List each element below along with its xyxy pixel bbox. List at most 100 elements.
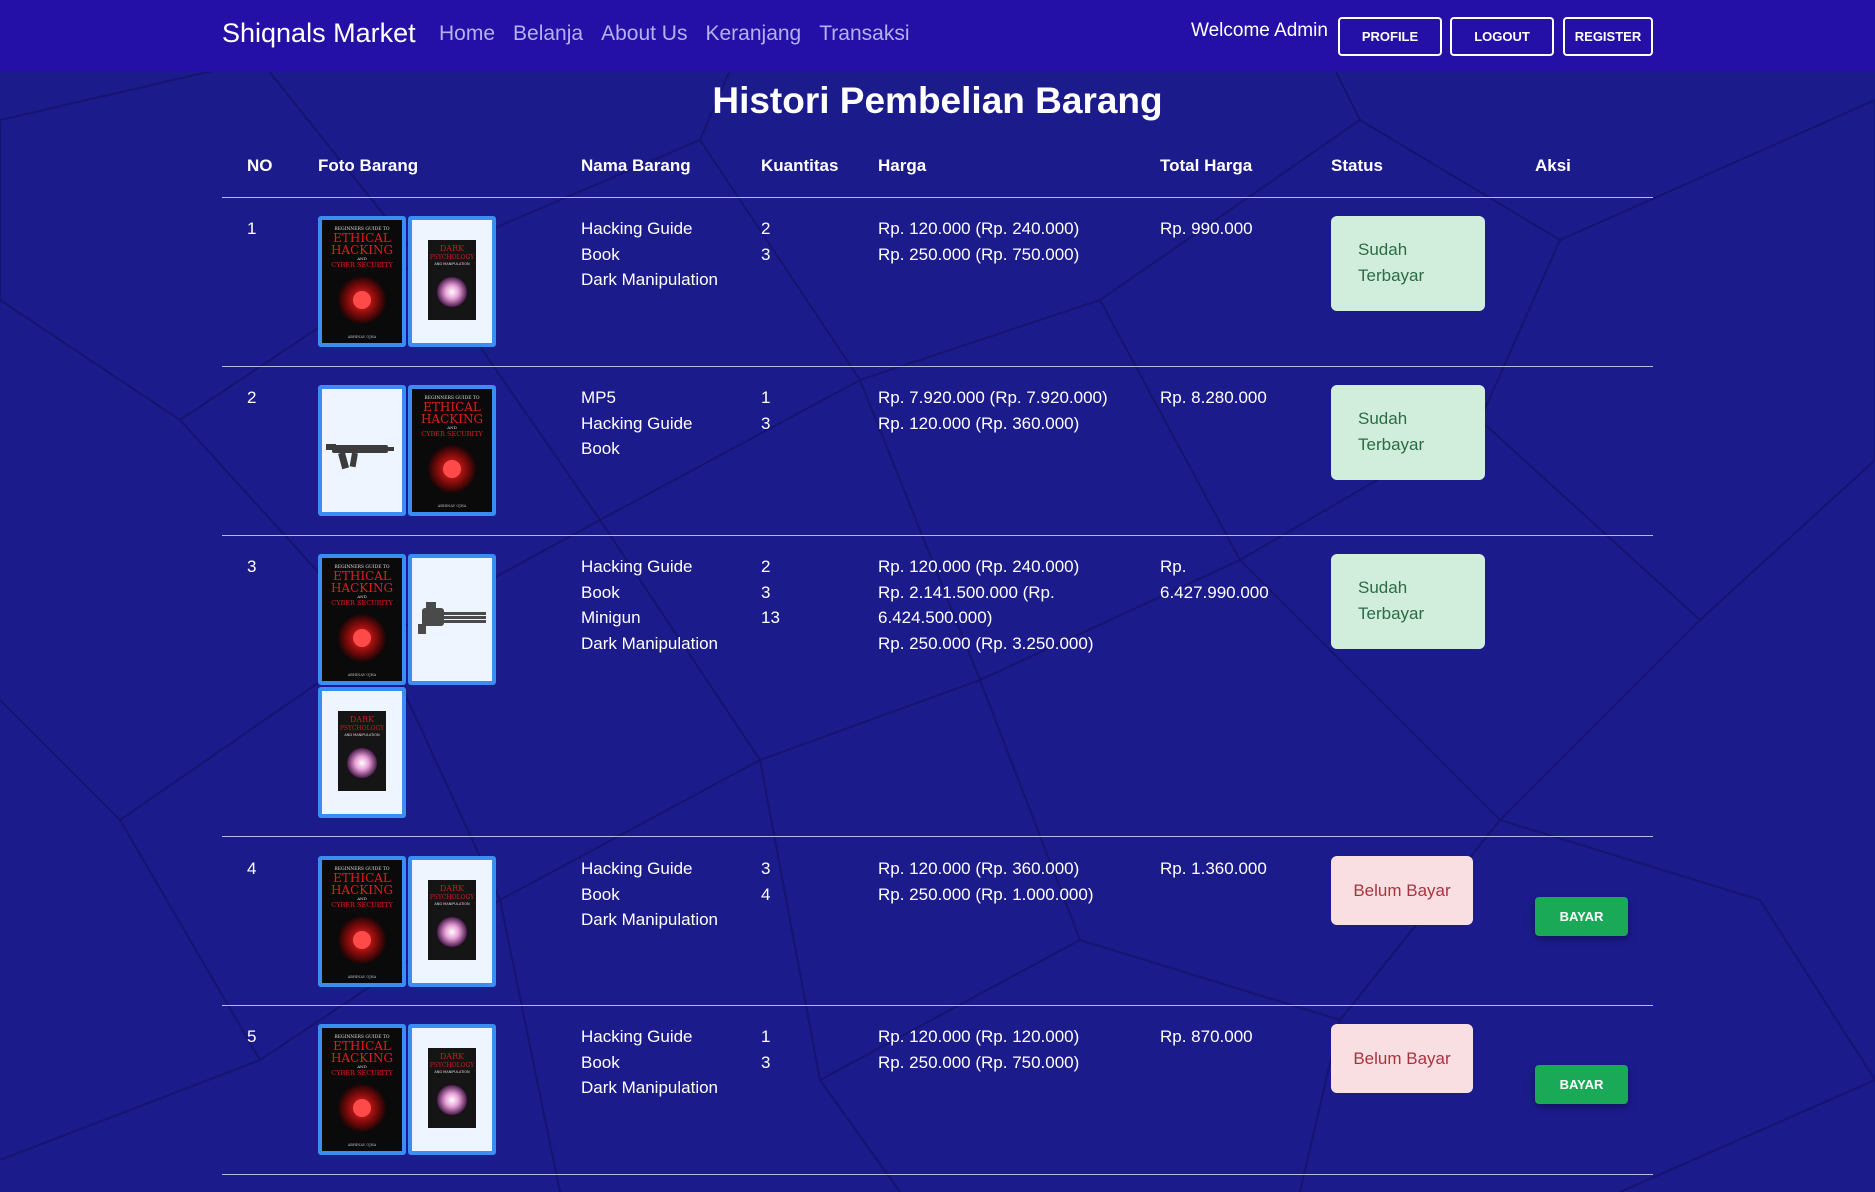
dark-psychology-book-thumb[interactable]: DARK PSYCHOLOGY AND MANIPULATION — [408, 1024, 496, 1155]
item-name: Minigun — [581, 608, 641, 627]
item-names: Hacking Guide Book Minigun Dark Manipula… — [581, 554, 718, 656]
item-name: Hacking Guide — [581, 557, 693, 576]
item-prices: Rp. 7.920.000 (Rp. 7.920.000) Rp. 120.00… — [878, 385, 1108, 436]
svg-text:CYBER SECURITY: CYBER SECURITY — [421, 430, 483, 438]
nav-links: Home Belanja About Us Keranjang Transaks… — [439, 22, 909, 46]
item-price: Rp. 120.000 (Rp. 360.000) — [878, 413, 1080, 433]
svg-text:PSYCHOLOGY: PSYCHOLOGY — [430, 254, 475, 261]
svg-text:HACKING: HACKING — [331, 243, 393, 257]
minigun-thumb[interactable] — [408, 554, 496, 685]
item-names: MP5 Hacking Guide Book — [581, 385, 693, 462]
ethical-hacking-book-thumb[interactable]: BEGINNERS GUIDE TO ETHICAL HACKING AND CYBER… — [318, 554, 406, 685]
product-photos: BEGINNERS GUIDE TO ETHICAL HACKING AND CYBER… — [318, 554, 498, 818]
item-price: Rp. 120.000 (Rp. 240.000) — [878, 219, 1080, 238]
item-quantity: 3 — [761, 859, 771, 878]
header-aksi: Aksi — [1535, 156, 1571, 175]
item-name: Hacking Guide — [581, 1027, 693, 1046]
item-price: Rp. 120.000 (Rp. 240.000) — [878, 557, 1080, 576]
svg-text:ABHINAV OJHA: ABHINAV OJHA — [347, 1143, 377, 1147]
item-quantities: 3 4 — [761, 856, 770, 907]
item-quantity: 3 — [761, 1052, 771, 1072]
register-button[interactable]: REGISTER — [1563, 17, 1653, 56]
total-price-line: 6.427.990.000 — [1160, 582, 1269, 602]
ethical-hacking-book-thumb[interactable]: BEGINNERS GUIDE TO ETHICAL HACKING AND CYBER… — [318, 1024, 406, 1155]
item-quantity: 13 — [761, 608, 780, 627]
ethical-hacking-cover-icon: BEGINNERS GUIDE TOETHICALHACKINGANDCYBER… — [322, 860, 402, 983]
nav-link-belanja[interactable]: Belanja — [513, 22, 583, 46]
brand-logo[interactable]: Shiqnals Market — [222, 18, 416, 49]
nav-link-home[interactable]: Home — [439, 22, 495, 46]
ethical-hacking-book-thumb[interactable]: BEGINNERS GUIDE TO ETHICAL HACKING AND CYBER… — [318, 216, 406, 347]
status-badge-unpaid: Belum Bayar — [1331, 1024, 1473, 1093]
svg-text:CYBER SECURITY: CYBER SECURITY — [331, 1069, 393, 1077]
navbar: Shiqnals Market Home Belanja About Us Ke… — [0, 0, 1875, 72]
total-price-line: Rp. — [1160, 557, 1187, 576]
welcome-text: Welcome Admin — [1191, 20, 1328, 41]
row-number: 5 — [247, 1027, 257, 1046]
item-quantities: 2 3 — [761, 216, 770, 267]
table-divider — [222, 836, 1653, 837]
dark-psychology-book-thumb[interactable]: DARK PSYCHOLOGY AND MANIPULATION — [318, 687, 406, 818]
table-divider — [222, 535, 1653, 536]
status-text: Sudah — [1358, 409, 1408, 428]
bayar-button[interactable]: BAYAR — [1535, 897, 1628, 936]
item-price: Rp. 120.000 (Rp. 360.000) — [878, 859, 1080, 878]
item-name: Book — [581, 439, 620, 458]
status-text: Terbayar — [1358, 434, 1425, 454]
ethical-hacking-book-thumb[interactable]: BEGINNERS GUIDE TO ETHICAL HACKING AND CYBER… — [318, 856, 406, 987]
table-divider — [222, 366, 1653, 367]
item-prices: Rp. 120.000 (Rp. 120.000) Rp. 250.000 (R… — [878, 1024, 1079, 1075]
item-price: Rp. 2.141.500.000 (Rp. — [878, 582, 1055, 602]
dark-psychology-book-thumb[interactable]: DARK PSYCHOLOGY AND MANIPULATION — [408, 856, 496, 987]
item-price: Rp. 7.920.000 (Rp. 7.920.000) — [878, 388, 1108, 407]
item-price: Rp. 250.000 (Rp. 750.000) — [878, 244, 1080, 264]
item-quantity: 1 — [761, 1027, 771, 1046]
item-quantity: 3 — [761, 244, 771, 264]
svg-text:AND MANIPULATION: AND MANIPULATION — [344, 733, 380, 737]
nav-link-about-us[interactable]: About Us — [601, 22, 687, 46]
total-price: Rp. 1.360.000 — [1160, 859, 1267, 878]
total-price: Rp. 870.000 — [1160, 1027, 1253, 1046]
profile-button[interactable]: PROFILE — [1338, 17, 1442, 56]
svg-text:ABHINAV OJHA: ABHINAV OJHA — [437, 504, 467, 508]
total-price: Rp. 6.427.990.000 — [1160, 554, 1269, 605]
svg-text:PSYCHOLOGY: PSYCHOLOGY — [340, 725, 385, 732]
item-quantity: 1 — [761, 388, 771, 407]
svg-text:CYBER SECURITY: CYBER SECURITY — [331, 261, 393, 269]
ethical-hacking-cover-icon: BEGINNERS GUIDE TOETHICALHACKINGANDCYBER… — [322, 558, 402, 681]
item-names: Hacking Guide Book Dark Manipulation — [581, 1024, 718, 1101]
nav-link-transaksi[interactable]: Transaksi — [819, 22, 909, 46]
item-prices: Rp. 120.000 (Rp. 360.000) Rp. 250.000 (R… — [878, 856, 1093, 907]
nav-link-keranjang[interactable]: Keranjang — [705, 22, 801, 46]
ethical-hacking-cover-icon: BEGINNERS GUIDE TOETHICALHACKINGANDCYBER… — [322, 220, 402, 343]
svg-text:DARK: DARK — [350, 715, 375, 724]
row-number: 3 — [247, 557, 257, 576]
svg-text:CYBER SECURITY: CYBER SECURITY — [331, 599, 393, 607]
logout-button[interactable]: LOGOUT — [1450, 17, 1554, 56]
table-divider — [222, 197, 1653, 198]
dark-psychology-book-thumb[interactable]: DARK PSYCHOLOGY AND MANIPULATION — [408, 216, 496, 347]
header-foto-barang: Foto Barang — [318, 156, 419, 175]
item-name: Book — [581, 884, 620, 904]
svg-text:HACKING: HACKING — [331, 1051, 393, 1065]
item-quantities: 1 3 — [761, 385, 770, 436]
svg-text:DARK: DARK — [440, 1052, 465, 1061]
mp5-gun-thumb[interactable] — [318, 385, 406, 516]
header-status: Status — [1331, 156, 1383, 175]
table-divider — [222, 1005, 1653, 1006]
dark-psychology-cover-icon: DARKPSYCHOLOGYAND MANIPULATION — [322, 691, 402, 814]
status-text: Sudah — [1358, 578, 1408, 597]
product-photos: BEGINNERS GUIDE TO ETHICAL HACKING AND CYBER… — [318, 216, 498, 347]
mp5-gun-icon — [322, 389, 402, 512]
svg-text:DARK: DARK — [440, 884, 465, 893]
status-badge-unpaid: Belum Bayar — [1331, 856, 1473, 925]
item-price: Rp. 250.000 (Rp. 3.250.000) — [878, 633, 1094, 653]
svg-text:ABHINAV OJHA: ABHINAV OJHA — [347, 335, 377, 339]
item-name: Dark Manipulation — [581, 910, 719, 929]
header-no: NO — [247, 156, 273, 175]
ethical-hacking-cover-icon: BEGINNERS GUIDE TOETHICALHACKINGANDCYBER… — [322, 1028, 402, 1151]
ethical-hacking-book-thumb[interactable]: BEGINNERS GUIDE TO ETHICAL HACKING AND CYBER… — [408, 385, 496, 516]
row-number: 1 — [247, 219, 257, 238]
bayar-button[interactable]: BAYAR — [1535, 1065, 1628, 1104]
status-badge-paid: Sudah Terbayar — [1331, 216, 1485, 311]
